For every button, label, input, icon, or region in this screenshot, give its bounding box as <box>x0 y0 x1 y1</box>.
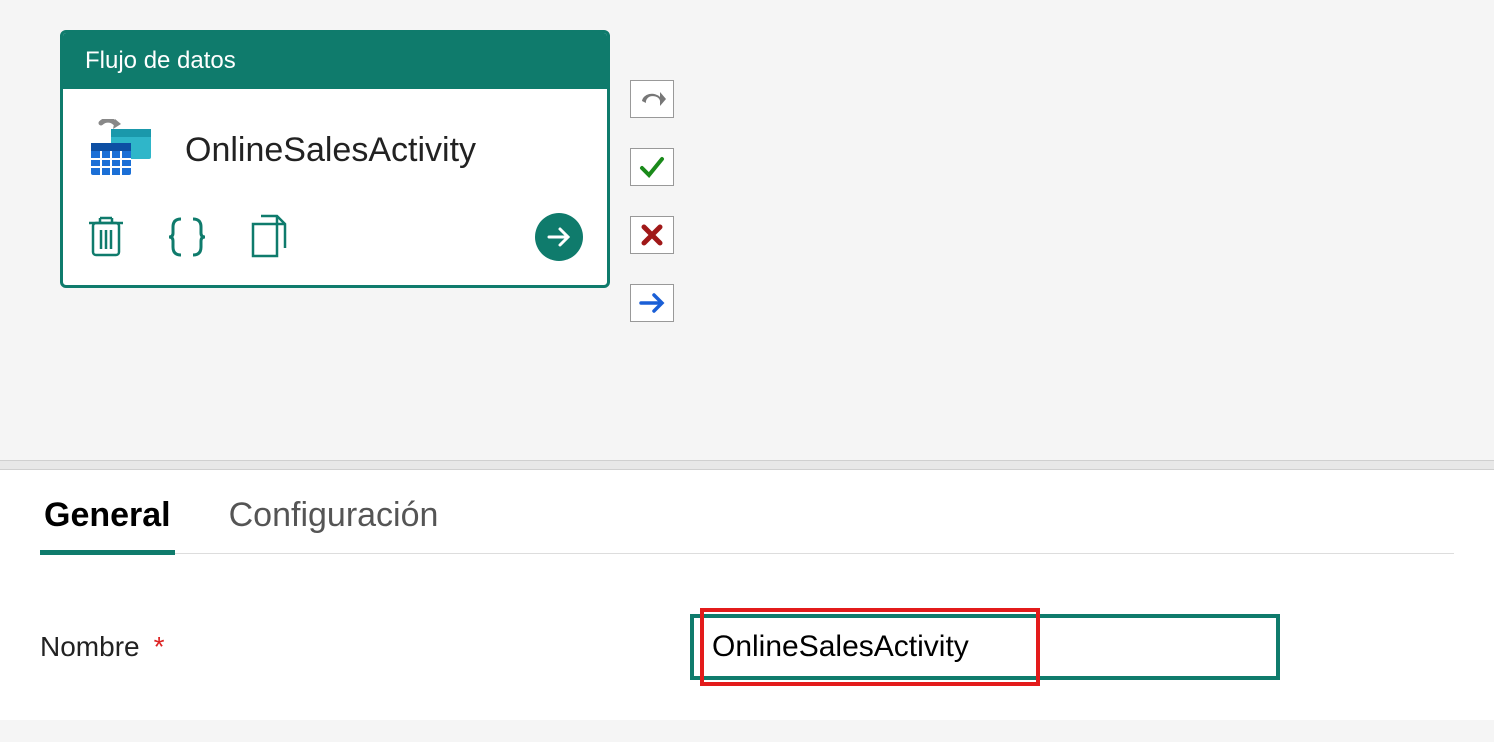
panel-divider[interactable] <box>0 460 1494 470</box>
success-check-button[interactable] <box>630 148 674 186</box>
copy-icon[interactable] <box>249 214 289 260</box>
name-field-row: Nombre * <box>40 614 1454 680</box>
activity-side-toolbar <box>630 80 674 322</box>
redo-button[interactable] <box>630 80 674 118</box>
pipeline-canvas[interactable]: Flujo de datos OnlineSalesActivity <box>0 0 1494 460</box>
name-input[interactable] <box>690 614 1280 680</box>
activity-name-label: OnlineSalesActivity <box>185 131 476 170</box>
name-label-text: Nombre <box>40 631 140 663</box>
required-indicator: * <box>154 631 165 663</box>
dataflow-icon <box>87 119 157 181</box>
tab-general[interactable]: General <box>40 490 175 553</box>
name-label: Nombre * <box>40 631 690 663</box>
failure-x-button[interactable] <box>630 216 674 254</box>
activity-type-header: Flujo de datos <box>63 33 607 89</box>
tabs-bar: General Configuración <box>40 490 1454 554</box>
activity-card[interactable]: Flujo de datos OnlineSalesActivity <box>60 30 610 288</box>
proceed-arrow-button[interactable] <box>535 213 583 261</box>
code-braces-icon[interactable] <box>167 215 207 259</box>
delete-icon[interactable] <box>87 215 125 259</box>
skip-arrow-button[interactable] <box>630 284 674 322</box>
properties-panel: General Configuración Nombre * <box>0 470 1494 720</box>
tab-configuracion[interactable]: Configuración <box>225 490 443 553</box>
